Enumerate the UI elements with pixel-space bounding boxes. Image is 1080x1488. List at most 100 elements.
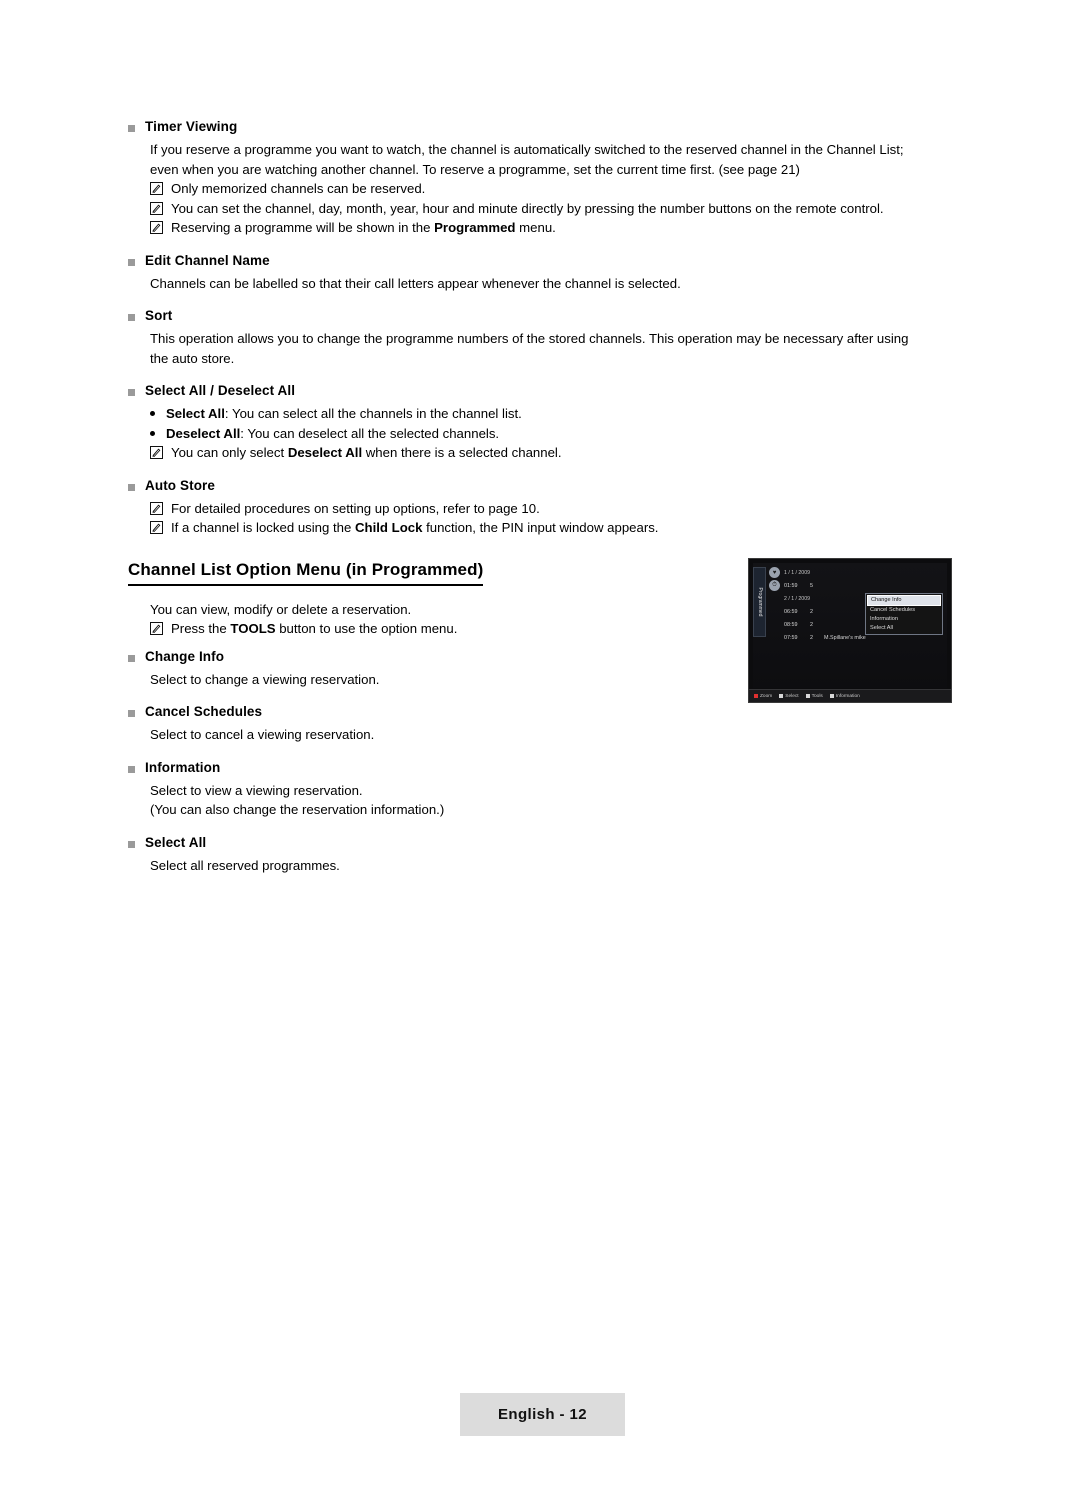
- square-bullet-icon: [128, 483, 135, 491]
- footer-key-label: Zoom: [760, 693, 773, 699]
- paragraph-line: even when you are watching another chann…: [150, 161, 800, 177]
- section-heading: Information: [145, 759, 221, 775]
- document-page: Timer Viewing If you reserve a programme…: [0, 0, 1080, 1488]
- paragraph-line: Select to view a viewing reservation.: [150, 782, 363, 798]
- section-heading: Change Info: [145, 648, 225, 664]
- section-heading-row: Select All / Deselect All: [128, 382, 952, 400]
- square-bullet-icon: [128, 314, 135, 321]
- square-bullet-icon: [128, 258, 135, 266]
- paragraph-line: Select all reserved programmes.: [150, 857, 340, 873]
- spacer-icon: [769, 632, 780, 643]
- footer-key-zoom[interactable]: Zoom: [754, 694, 772, 699]
- section-cancel-schedules: Cancel Schedules Select to cancel a view…: [128, 703, 952, 745]
- section-heading: Timer Viewing: [145, 119, 238, 134]
- note-icon: [150, 201, 163, 215]
- section-heading-row: Cancel Schedules: [128, 703, 952, 721]
- section-heading: Select All: [145, 834, 207, 850]
- color-swatch-icon: [754, 694, 758, 698]
- spacer-icon: [769, 606, 780, 617]
- page-number-label: English - 12: [498, 1406, 587, 1423]
- page-footer: English - 12: [460, 1393, 625, 1436]
- page-title: Channel List Option Menu (in Programmed): [128, 560, 484, 586]
- footer-key-label: Tools: [811, 693, 823, 699]
- paragraph-line: This operation allows you to change the …: [150, 331, 909, 346]
- list-item[interactable]: ⏱ 01:59 5: [769, 579, 945, 592]
- list-item-channel: 2: [810, 634, 813, 641]
- section-heading-row: Edit Channel Name: [128, 252, 952, 270]
- note-text: Only memorized channels can be reserved.: [171, 181, 426, 196]
- section-heading: Sort: [145, 308, 173, 323]
- section-heading-row: Sort: [128, 307, 952, 325]
- note-row: Reserving a programme will be shown in t…: [150, 218, 952, 238]
- section-select-all-deselect-all: Select All / Deselect All Select All: Yo…: [128, 382, 952, 463]
- tools-icon: [805, 694, 810, 698]
- bullet-row: Deselect All: You can deselect all the s…: [150, 424, 952, 444]
- section-heading-row: Timer Viewing: [128, 118, 952, 136]
- footer-key-select[interactable]: Select: [779, 693, 799, 699]
- footer-key-tools[interactable]: Tools: [805, 693, 823, 699]
- bullet-text: Deselect All: You can deselect all the s…: [166, 425, 500, 441]
- section-body: Channels can be labelled so that their c…: [150, 274, 952, 294]
- section-body: Select to cancel a viewing reservation.: [150, 725, 952, 745]
- note-text: If a channel is locked using the Child L…: [171, 520, 659, 535]
- section-heading: Cancel Schedules: [145, 704, 263, 719]
- note-icon: [150, 501, 163, 515]
- list-date: 2 / 1 / 2009: [784, 595, 810, 602]
- note-row: You can only select Deselect All when th…: [150, 443, 952, 463]
- footer-key-information[interactable]: Information: [829, 693, 860, 699]
- footer-key-label: Select: [785, 693, 799, 699]
- square-bullet-icon: [128, 710, 135, 717]
- footer-key-label: Information: [835, 693, 860, 699]
- list-date: 1 / 1 / 2009: [784, 569, 810, 576]
- list-item-name: M.Spillane's mike: [824, 634, 866, 641]
- list-item-time: 01:59: [784, 582, 798, 589]
- info-icon: [829, 694, 834, 698]
- section-heading: Auto Store: [145, 477, 215, 493]
- bullet-row: Select All: You can select all the chann…: [150, 404, 952, 424]
- menu-item-select-all[interactable]: Select All: [867, 624, 941, 633]
- note-icon: [150, 221, 163, 234]
- list-item-time: 06:59: [784, 608, 798, 615]
- paragraph-line: Select to cancel a viewing reservation.: [150, 727, 375, 742]
- note-text: For detailed procedures on setting up op…: [171, 500, 540, 516]
- menu-item-information[interactable]: Information: [867, 615, 941, 624]
- paragraph-line: If you reserve a programme you want to w…: [150, 142, 904, 157]
- section-auto-store: Auto Store For detailed procedures on se…: [128, 477, 952, 538]
- spacer-icon: [769, 619, 780, 630]
- section-edit-channel-name: Edit Channel Name Channels can be labell…: [128, 252, 952, 294]
- bullet-text: Select All: You can select all the chann…: [166, 406, 522, 421]
- note-text: Press the TOOLS button to use the option…: [171, 621, 458, 636]
- round-bullet-icon: [150, 430, 155, 436]
- note-icon: [150, 446, 163, 459]
- tv-screen-figure: Programmed ♥ 1 / 1 / 2009 ⏱ 01:59 5 2 / …: [748, 558, 952, 703]
- spacer-icon: [769, 593, 780, 604]
- tv-footer-bar: Zoom Select Tools Information: [749, 689, 951, 702]
- square-bullet-icon: [128, 654, 135, 662]
- menu-item-change-info[interactable]: Change Info: [867, 595, 941, 606]
- list-item-channel: 2: [810, 621, 813, 628]
- section-body: Select to view a viewing reservation. (Y…: [150, 781, 952, 820]
- heart-icon: ♥: [769, 567, 780, 578]
- section-heading-row: Auto Store: [128, 477, 952, 495]
- note-row: Only memorized channels can be reserved.: [150, 179, 952, 199]
- programmed-tab: Programmed: [753, 567, 766, 637]
- section-information: Information Select to view a viewing res…: [128, 759, 952, 820]
- square-bullet-icon: [128, 389, 135, 396]
- note-row: You can set the channel, day, month, yea…: [150, 199, 952, 219]
- list-item-channel: 5: [810, 582, 813, 589]
- section-heading: Edit Channel Name: [145, 252, 270, 268]
- list-date-row: ♥ 1 / 1 / 2009: [769, 566, 945, 579]
- list-item-time: 08:59: [784, 621, 798, 628]
- paragraph-line: Channels can be labelled so that their c…: [150, 275, 681, 291]
- enter-icon: [779, 694, 784, 698]
- section-body: If you reserve a programme you want to w…: [150, 140, 952, 179]
- list-item-time: 07:59: [784, 634, 798, 641]
- note-row: If a channel is locked using the Child L…: [150, 518, 952, 538]
- note-row: For detailed procedures on setting up op…: [150, 499, 952, 519]
- menu-item-cancel-schedules[interactable]: Cancel Schedules: [867, 606, 941, 615]
- note-text: You can set the channel, day, month, yea…: [171, 200, 884, 216]
- note-icon: [150, 521, 163, 534]
- programmed-tab-label: Programmed: [756, 587, 763, 617]
- paragraph-line: (You can also change the reservation inf…: [150, 802, 445, 817]
- note-icon: [150, 622, 163, 635]
